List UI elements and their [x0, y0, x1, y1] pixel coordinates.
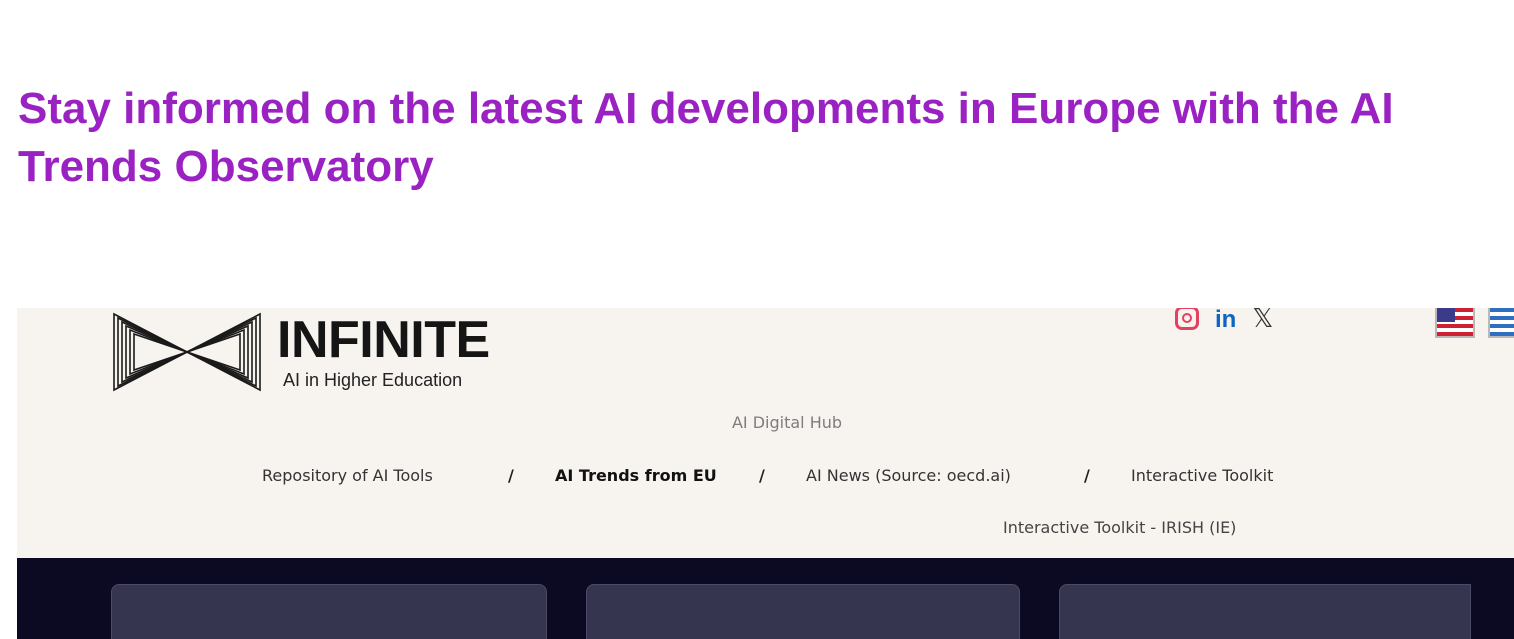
- nav-separator: /: [508, 466, 514, 485]
- nav-separator: /: [1084, 466, 1090, 485]
- hub-label: AI Digital Hub: [731, 413, 843, 432]
- greek-flag-icon[interactable]: [1488, 308, 1514, 338]
- nav-separator: /: [759, 466, 765, 485]
- x-icon[interactable]: 𝕏: [1252, 308, 1273, 334]
- nav-item-ai-trends[interactable]: AI Trends from EU: [555, 466, 717, 485]
- social-links: in 𝕏: [1175, 308, 1273, 336]
- infinite-logo-icon: [113, 312, 261, 392]
- content-card[interactable]: [586, 584, 1020, 639]
- logo-name: INFINITE: [277, 311, 490, 369]
- logo-tagline: AI in Higher Education: [283, 370, 463, 390]
- nav-item-repository[interactable]: Repository of AI Tools: [262, 466, 433, 485]
- content-section: [17, 558, 1514, 639]
- nav-item-interactive-toolkit[interactable]: Interactive Toolkit: [1131, 466, 1273, 485]
- website-screenshot: INFINITE AI in Higher Education in 𝕏 AI …: [17, 308, 1514, 639]
- content-card[interactable]: [1059, 584, 1471, 639]
- us-flag-icon[interactable]: [1435, 308, 1475, 338]
- instagram-icon[interactable]: [1175, 308, 1199, 335]
- site-logo[interactable]: INFINITE AI in Higher Education: [112, 308, 512, 398]
- main-nav: Repository of AI Tools / AI Trends from …: [17, 466, 1514, 490]
- content-card[interactable]: [111, 584, 547, 639]
- nav-item-ai-news[interactable]: AI News (Source: oecd.ai): [806, 466, 1011, 485]
- nav-item-toolkit-irish[interactable]: Interactive Toolkit - IRISH (IE): [1003, 518, 1236, 537]
- linkedin-icon[interactable]: in: [1215, 308, 1236, 333]
- slide-title: Stay informed on the latest AI developme…: [18, 84, 1394, 191]
